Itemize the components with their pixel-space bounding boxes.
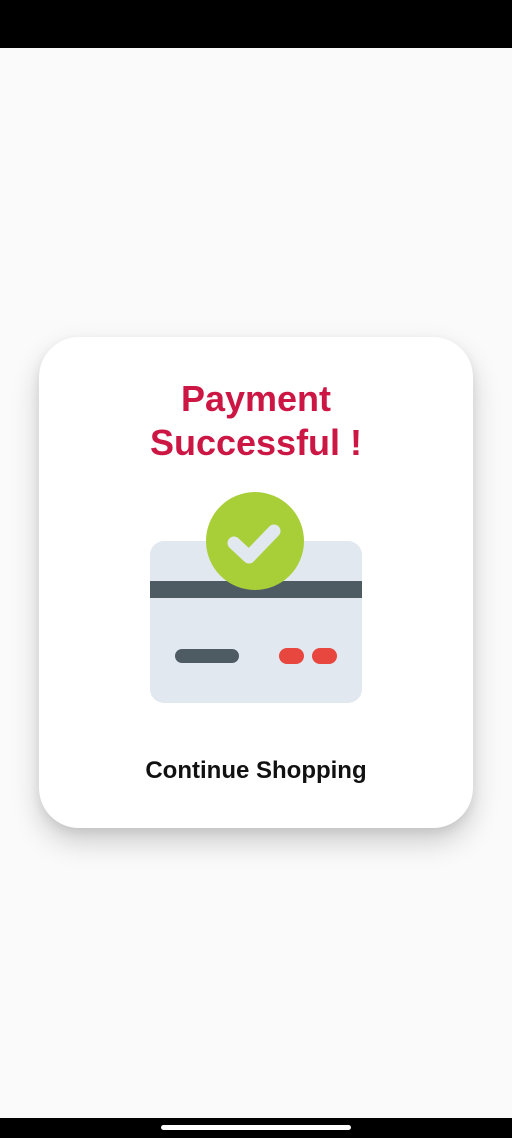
status-bar bbox=[0, 0, 512, 48]
home-gesture-handle[interactable] bbox=[161, 1125, 351, 1130]
dialog-title-line-2: Successful ! bbox=[149, 422, 363, 463]
continue-shopping-button[interactable]: Continue Shopping bbox=[126, 747, 386, 795]
dialog-title: Payment Successful ! bbox=[39, 377, 473, 465]
payment-success-dialog: Payment Successful ! Continue Shopping bbox=[39, 337, 473, 828]
navigation-bar bbox=[0, 1118, 512, 1138]
dialog-title-line-1: Payment bbox=[180, 378, 332, 419]
check-circle-icon bbox=[206, 492, 304, 590]
payment-success-illustration bbox=[150, 492, 362, 703]
